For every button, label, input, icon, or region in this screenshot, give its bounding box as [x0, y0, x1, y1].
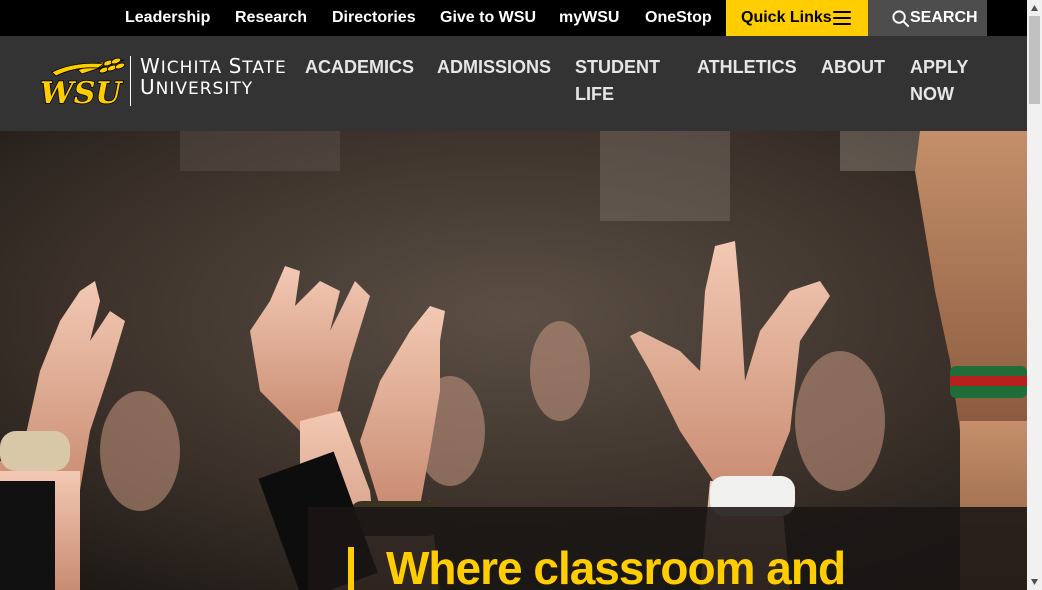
logo-line-2-rest: NIVERSITY — [155, 79, 254, 99]
utility-link-directories[interactable]: Directories — [332, 0, 416, 36]
hero-heading: Where classroom and — [386, 542, 846, 590]
logo-monogram: WSU — [40, 76, 123, 111]
scroll-thumb[interactable] — [1029, 16, 1040, 104]
logo-divider — [130, 56, 131, 106]
hamburger-icon — [833, 11, 851, 25]
scroll-up-arrow-icon[interactable] — [1030, 4, 1039, 12]
utility-bar: Leadership Research Directories Give to … — [0, 0, 1027, 36]
main-header: WSU WICHITA STATE UNIVERSITY ACADEMICS A… — [0, 36, 1027, 131]
utility-link-give[interactable]: Give to WSU — [440, 0, 536, 36]
nav-apply-now[interactable]: APPLY NOW — [910, 54, 980, 108]
nav-athletics[interactable]: ATHLETICS — [697, 54, 797, 81]
search-button[interactable]: SEARCH — [868, 0, 987, 36]
utility-link-leadership[interactable]: Leadership — [125, 0, 210, 36]
nav-about[interactable]: ABOUT — [821, 54, 885, 81]
scroll-down-arrow-icon[interactable] — [1030, 578, 1039, 586]
search-label: SEARCH — [910, 9, 978, 26]
wsu-shocker-logo: WSU — [39, 57, 126, 112]
search-icon — [892, 10, 910, 28]
hero-caption-panel: Where classroom and — [308, 507, 1027, 590]
logo-line-2-initial: U — [140, 75, 156, 99]
nav-academics[interactable]: ACADEMICS — [305, 54, 414, 81]
wsu-logo[interactable]: WSU WICHITA STATE UNIVERSITY — [38, 54, 286, 112]
nav-student-life[interactable]: STUDENT LIFE — [575, 54, 675, 108]
quick-links-label: Quick Links — [741, 9, 832, 26]
page-scrollbar[interactable] — [1027, 0, 1042, 590]
utility-link-research[interactable]: Research — [235, 0, 307, 36]
utility-link-mywsu[interactable]: myWSU — [559, 0, 619, 36]
logo-line-2: UNIVERSITY — [140, 75, 253, 99]
hero-accent-bar — [348, 547, 354, 590]
quick-links-button[interactable]: Quick Links — [726, 0, 868, 36]
nav-admissions[interactable]: ADMISSIONS — [437, 54, 551, 81]
utility-link-onestop[interactable]: OneStop — [645, 0, 712, 36]
hero-banner: Where classroom and — [0, 131, 1027, 590]
